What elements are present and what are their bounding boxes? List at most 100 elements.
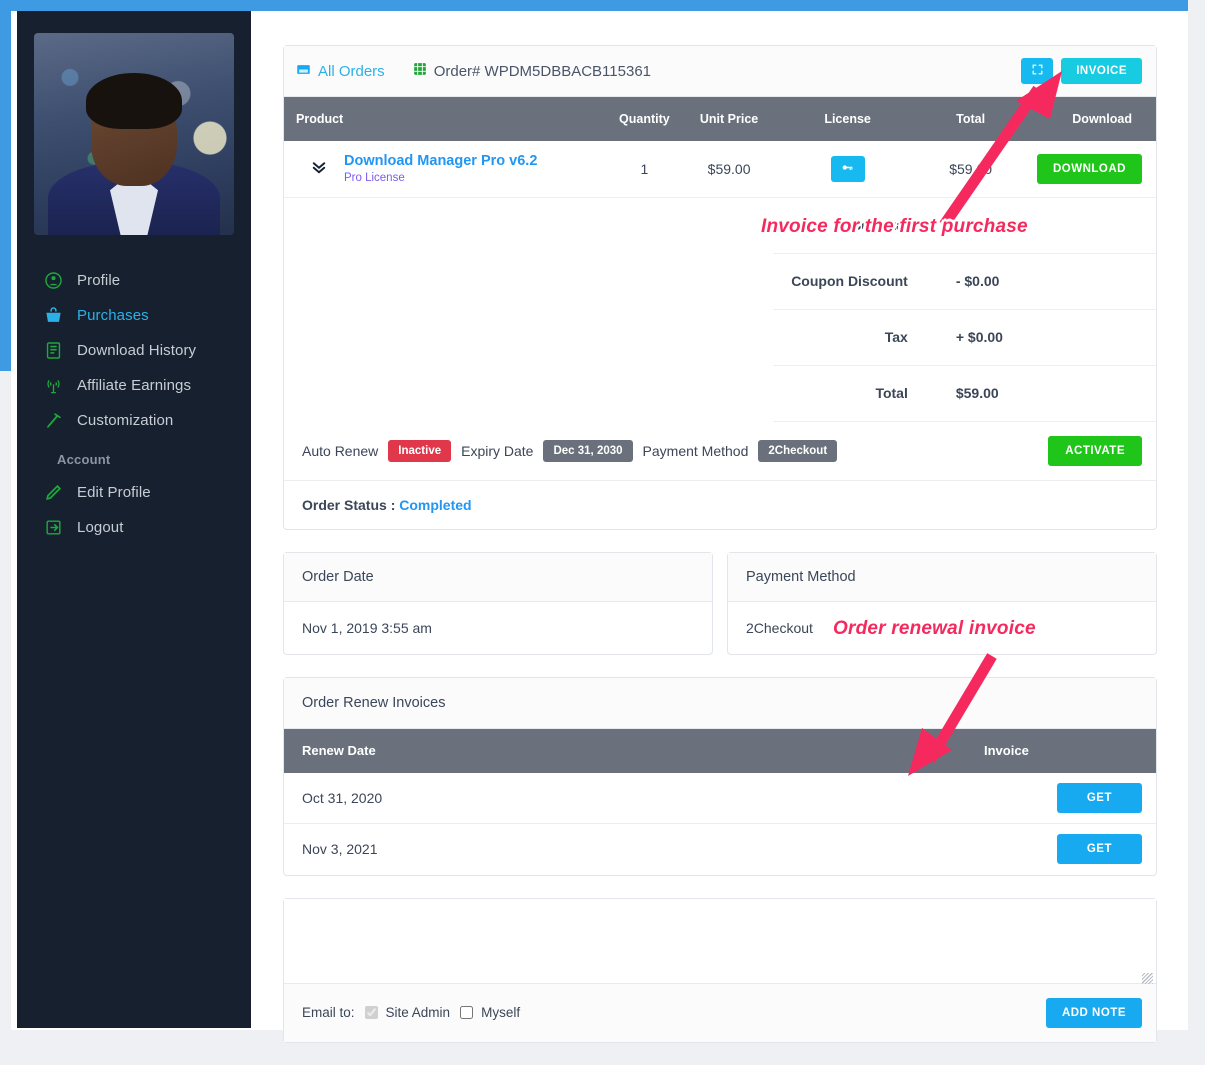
cell-license <box>773 141 921 197</box>
renew-invoices-table: Renew Date Invoice Oct 31, 2020 GET Nov … <box>284 729 1156 875</box>
double-chevron-down-icon <box>310 158 330 179</box>
note-footer: Email to: Site Admin Myself ADD NOTE <box>284 983 1156 1042</box>
sidebar-item-label: Affiliate Earnings <box>77 377 191 394</box>
product-name-link[interactable]: Download Manager Pro v6.2 <box>344 153 537 169</box>
grid-icon <box>413 62 427 80</box>
summary-label: Tax <box>773 309 921 365</box>
column-header-license: License <box>773 97 921 141</box>
expiry-date-label: Expiry Date <box>461 443 533 459</box>
site-admin-checkbox-input[interactable] <box>365 1006 378 1019</box>
summary-label: Coupon Discount <box>773 253 921 309</box>
payment-method-badge: 2Checkout <box>758 440 837 462</box>
cell-total: $59.00 <box>922 141 1020 197</box>
sidebar-item-label: Profile <box>77 272 120 289</box>
cell-unit-price: $59.00 <box>685 141 774 197</box>
table-row: Nov 3, 2021 GET <box>284 824 1156 875</box>
cell-quantity: 1 <box>604 141 685 197</box>
myself-label: Myself <box>481 1005 520 1020</box>
myself-checkbox-input[interactable] <box>460 1006 473 1019</box>
sidebar-item-label: Logout <box>77 519 123 536</box>
order-status-row: Order Status : Completed <box>284 481 1156 529</box>
checkbox-myself[interactable]: Myself <box>456 1003 520 1022</box>
broadcast-icon <box>43 376 63 396</box>
pencil-icon <box>43 483 63 503</box>
summary-label: Total <box>773 365 921 421</box>
order-number-label: Order# WPDM5DBBACB115361 <box>434 63 651 80</box>
table-row: Download Manager Pro v6.2 Pro License 1 … <box>284 141 1156 197</box>
summary-row-coupon-discount: Coupon Discount - $0.00 <box>284 253 1156 309</box>
column-header-renew-date: Renew Date <box>284 729 966 773</box>
order-details-card: All Orders Order# WPDM5DBBACB115361 <box>283 45 1157 530</box>
column-header-invoice: Invoice <box>966 729 1156 773</box>
summary-value: - $0.00 <box>922 253 1020 309</box>
cell-renew-date: Nov 3, 2021 <box>284 824 966 875</box>
sidebar-item-purchases[interactable]: Purchases <box>17 298 251 333</box>
download-button[interactable]: DOWNLOAD <box>1037 154 1142 184</box>
sidebar-item-label: Customization <box>77 412 173 429</box>
sidebar-item-edit-profile[interactable]: Edit Profile <box>17 475 251 510</box>
textarea-resize-grip[interactable] <box>1142 973 1153 984</box>
sidebar-item-affiliate-earnings[interactable]: Affiliate Earnings <box>17 368 251 403</box>
column-header-unit-price: Unit Price <box>685 97 774 141</box>
payment-method-card: Payment Method 2Checkout <box>727 552 1157 655</box>
expand-button[interactable] <box>1021 58 1053 84</box>
sidebar-item-label: Edit Profile <box>77 484 151 501</box>
auto-renew-status-badge: Inactive <box>388 440 451 462</box>
expand-arrows-icon <box>1031 63 1044 79</box>
email-to-label: Email to: <box>302 1005 355 1020</box>
summary-row-tax: Tax + $0.00 <box>284 309 1156 365</box>
order-date-title: Order Date <box>284 553 712 602</box>
renew-invoices-title: Order Renew Invoices <box>284 678 1156 729</box>
auto-renew-bar: Auto Renew Inactive Expiry Date Dec 31, … <box>284 422 1156 481</box>
order-items-table: Product Quantity Unit Price License Tota… <box>284 97 1156 422</box>
renew-invoices-card: Order Renew Invoices Renew Date Invoice … <box>283 677 1157 876</box>
cell-renew-date: Oct 31, 2020 <box>284 773 966 824</box>
activate-button[interactable]: ACTIVATE <box>1048 436 1142 466</box>
hammer-icon <box>43 411 63 431</box>
sidebar-item-label: Download History <box>77 342 196 359</box>
payment-method-title: Payment Method <box>728 553 1156 602</box>
avatar <box>34 33 234 235</box>
checkbox-site-admin[interactable]: Site Admin <box>361 1003 451 1022</box>
column-header-quantity: Quantity <box>604 97 685 141</box>
user-circle-icon <box>43 271 63 291</box>
summary-value: $59.00 <box>922 197 1020 253</box>
table-row: Oct 31, 2020 GET <box>284 773 1156 824</box>
inbox-icon <box>296 62 311 81</box>
sidebar-item-download-history[interactable]: Download History <box>17 333 251 368</box>
sidebar-item-profile[interactable]: Profile <box>17 263 251 298</box>
sidebar-section-account: Account <box>17 438 251 475</box>
sidebar-item-logout[interactable]: Logout <box>17 510 251 545</box>
sidebar-item-label: Purchases <box>77 307 149 324</box>
breadcrumb-order-number: Order# WPDM5DBBACB115361 <box>413 62 651 80</box>
breadcrumb-all-orders[interactable]: All Orders <box>296 62 385 81</box>
note-textarea[interactable] <box>284 899 1156 983</box>
column-header-total: Total <box>922 97 1020 141</box>
order-date-value: Nov 1, 2019 3:55 am <box>284 602 712 654</box>
list-document-icon <box>43 341 63 361</box>
order-status-value: Completed <box>399 497 471 513</box>
site-admin-label: Site Admin <box>386 1005 451 1020</box>
order-table-header-row: Product Quantity Unit Price License Tota… <box>284 97 1156 141</box>
logout-icon <box>43 518 63 538</box>
summary-row-subtotal: Subtotal $59.00 <box>284 197 1156 253</box>
get-invoice-button[interactable]: GET <box>1057 783 1142 813</box>
get-invoice-button[interactable]: GET <box>1057 834 1142 864</box>
summary-label: Subtotal <box>773 197 921 253</box>
license-key-button[interactable] <box>831 156 865 182</box>
product-license-type: Pro License <box>344 172 537 184</box>
sidebar-item-customization[interactable]: Customization <box>17 403 251 438</box>
order-card-header: All Orders Order# WPDM5DBBACB115361 <box>284 46 1156 97</box>
summary-value: $59.00 <box>922 365 1020 421</box>
key-icon <box>841 161 854 177</box>
column-header-product: Product <box>284 97 604 141</box>
payment-method-value: 2Checkout <box>728 602 1156 654</box>
add-note-button[interactable]: ADD NOTE <box>1046 998 1142 1028</box>
basket-icon <box>43 306 63 326</box>
auto-renew-label: Auto Renew <box>302 443 378 459</box>
expiry-date-badge: Dec 31, 2030 <box>543 440 632 462</box>
payment-method-label: Payment Method <box>643 443 749 459</box>
order-date-card: Order Date Nov 1, 2019 3:55 am <box>283 552 713 655</box>
info-cards-row: Order Date Nov 1, 2019 3:55 am Payment M… <box>283 552 1157 655</box>
invoice-button[interactable]: INVOICE <box>1061 58 1142 84</box>
